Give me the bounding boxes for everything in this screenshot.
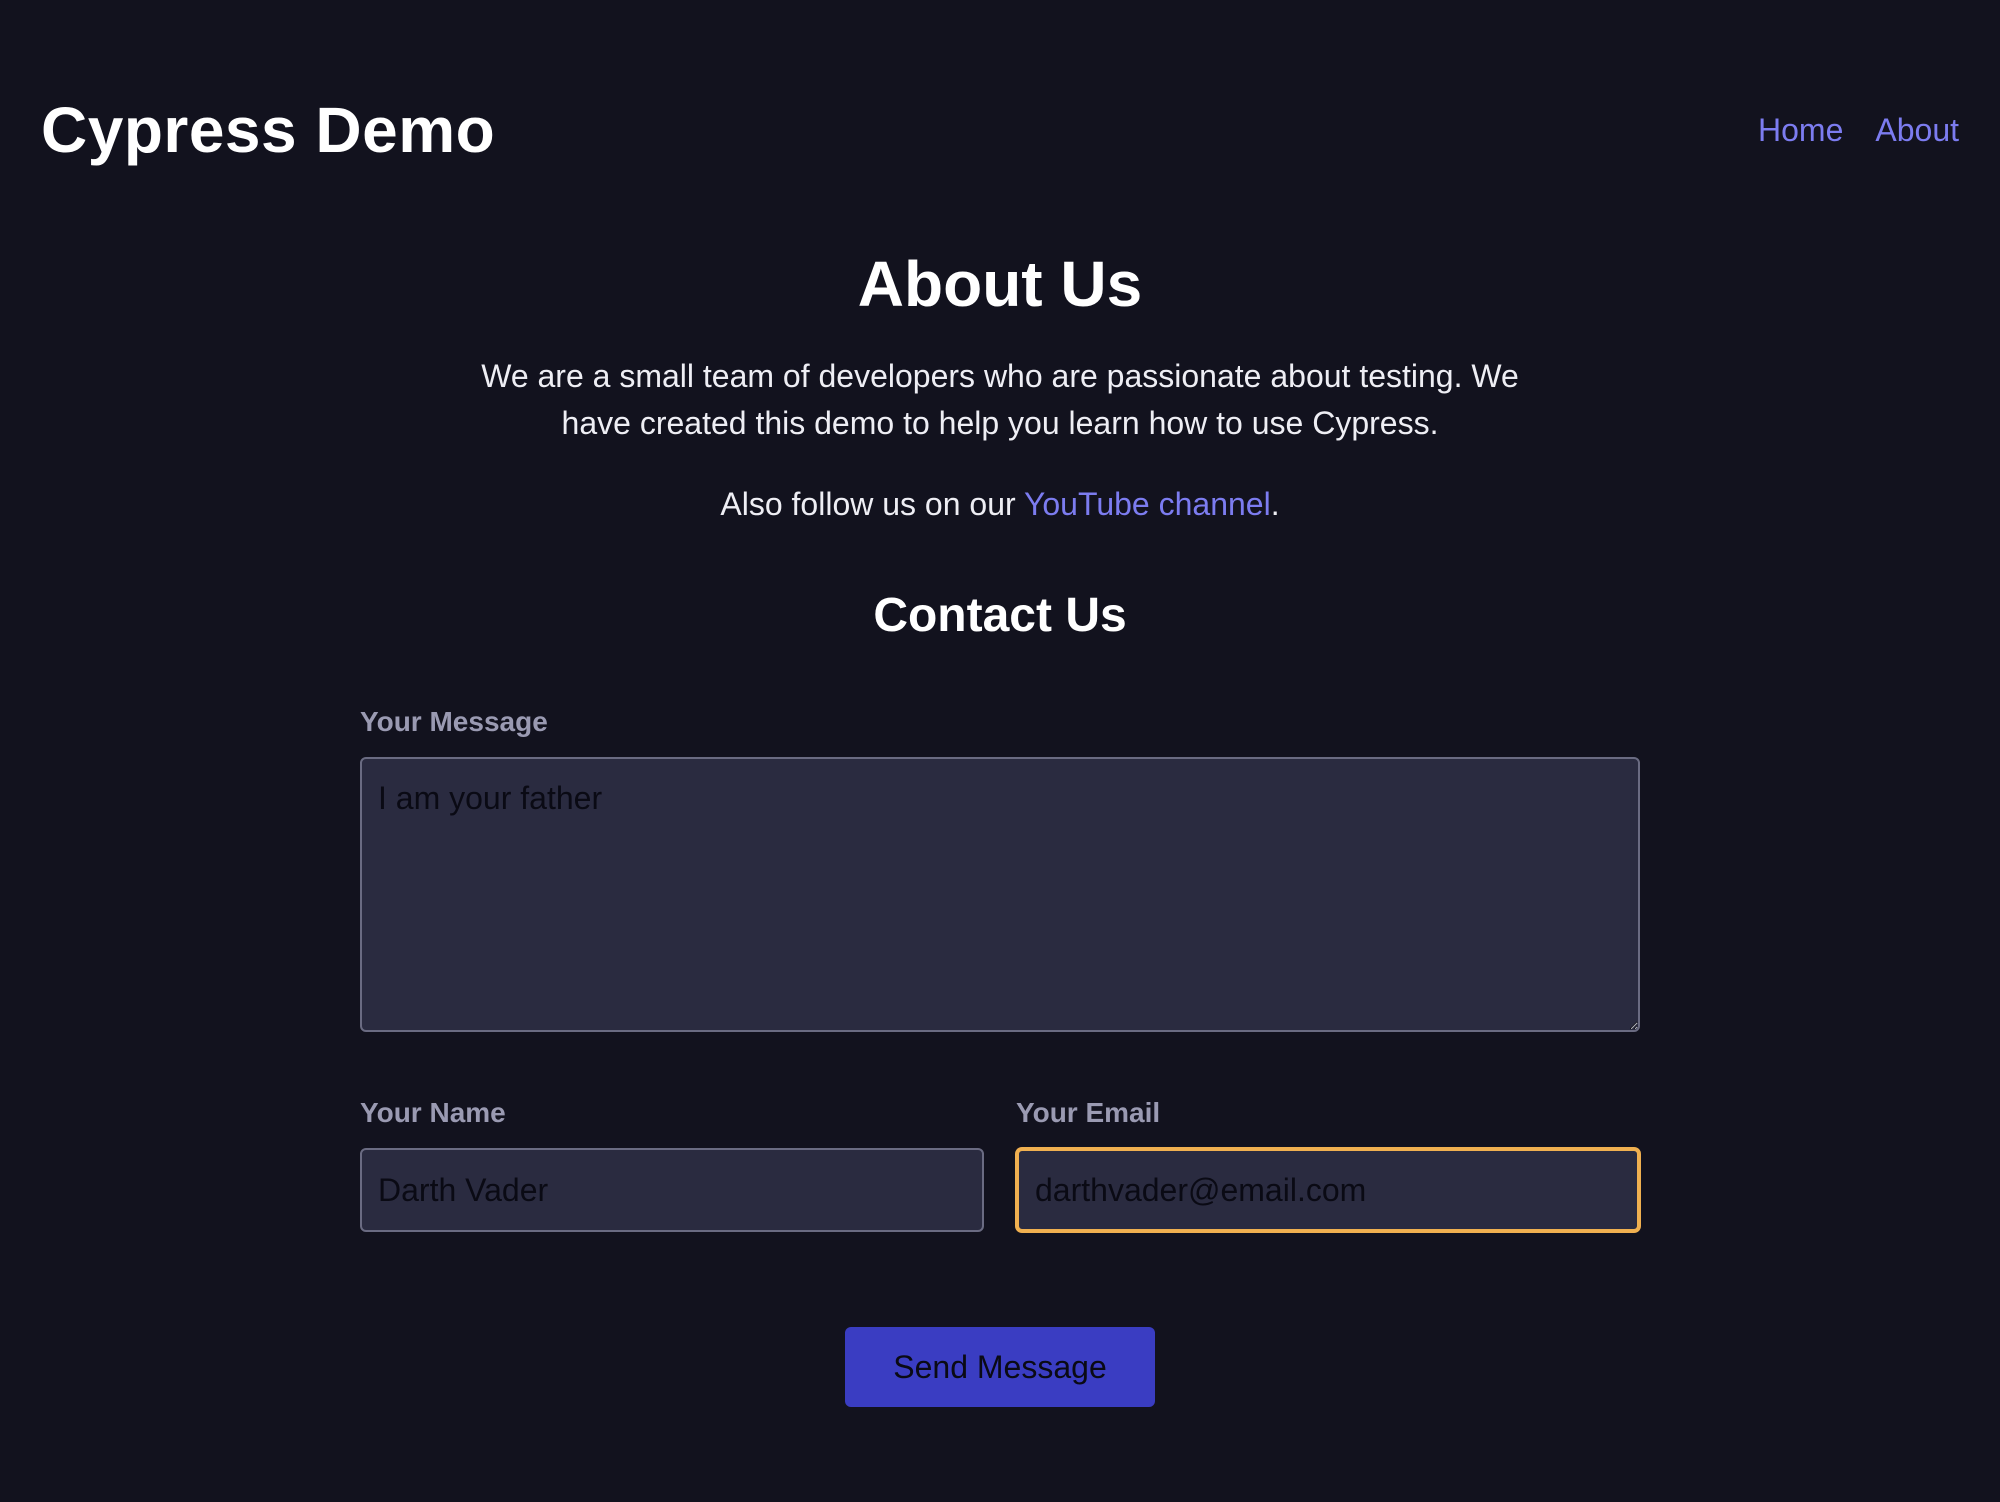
site-title: Cypress Demo (41, 94, 496, 166)
message-textarea[interactable]: I am your father (360, 757, 1640, 1032)
name-input[interactable] (360, 1148, 984, 1232)
main-nav: Home About (1758, 108, 1959, 152)
follow-prefix: Also follow us on our (720, 486, 1024, 522)
nav-link-home[interactable]: Home (1758, 108, 1843, 152)
contact-title: Contact Us (873, 589, 1127, 642)
follow-text: Also follow us on our YouTube channel. (0, 482, 2000, 526)
email-input[interactable] (1016, 1148, 1640, 1232)
about-title: About Us (857, 248, 1143, 320)
email-label: Your Email (1016, 1097, 1161, 1128)
name-label: Your Name (360, 1097, 506, 1128)
nav-link-about[interactable]: About (1875, 108, 1959, 152)
send-message-button[interactable]: Send Message (845, 1327, 1155, 1407)
message-label: Your Message (360, 706, 548, 737)
about-description: We are a small team of developers who ar… (481, 358, 1519, 441)
youtube-channel-link[interactable]: YouTube channel (1024, 486, 1271, 522)
follow-suffix: . (1270, 486, 1280, 522)
